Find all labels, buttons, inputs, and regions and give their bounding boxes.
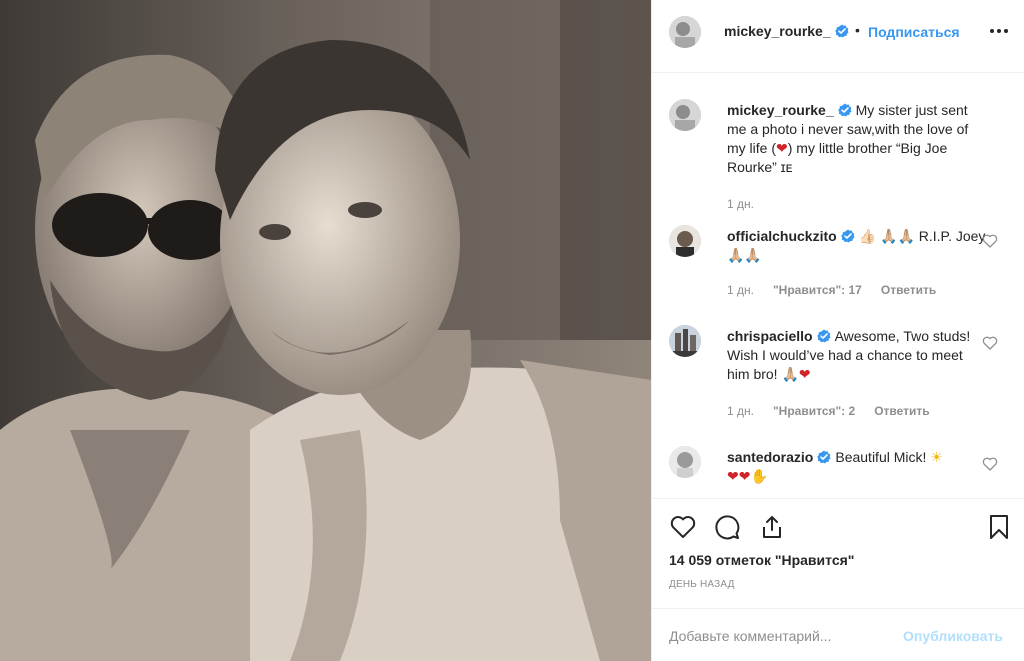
publish-button[interactable]: Опубликовать <box>903 628 1003 644</box>
commenter-avatar[interactable] <box>669 225 701 257</box>
caption-time[interactable]: 1 дн. <box>727 197 754 211</box>
heart-outline-icon[interactable] <box>982 456 998 472</box>
author-username-text[interactable]: mickey_rourke_ <box>724 23 831 39</box>
reply-button[interactable]: Ответить <box>881 283 936 297</box>
heart-emoji: ❤ <box>776 140 788 156</box>
comment-username-text[interactable]: santedorazio <box>727 449 813 465</box>
caption-avatar[interactable] <box>669 99 701 131</box>
add-comment-bar: Опубликовать <box>652 608 1024 661</box>
verified-badge-icon <box>840 229 855 243</box>
comment-text: chrispaciello Awesome, Two studs! Wish I … <box>727 327 987 384</box>
hearts-emoji: ❤❤ <box>727 468 751 484</box>
post-side-panel: mickey_rourke_ • Подписаться mickey_rour… <box>651 0 1024 661</box>
caption-username[interactable]: mickey_rourke_ <box>727 102 852 118</box>
comment-likes[interactable]: "Нравится": 2 <box>773 404 855 418</box>
comment-likes[interactable]: "Нравится": 17 <box>773 283 862 297</box>
share-icon[interactable] <box>758 513 786 541</box>
author-username[interactable]: mickey_rourke_ <box>724 23 849 39</box>
post-photo[interactable] <box>0 0 651 661</box>
heart-outline-icon[interactable] <box>982 335 998 351</box>
sun-emoji: ☀ <box>930 449 943 465</box>
comment-body: Beautiful Mick! <box>835 449 931 465</box>
post-time[interactable]: ДЕНЬ НАЗАД <box>669 579 735 590</box>
comments-list[interactable]: mickey_rourke_ My sister just sent me a p… <box>652 73 1024 498</box>
heart-outline-icon[interactable] <box>982 233 998 249</box>
caption-meta: 1 дн. <box>727 197 773 211</box>
verified-badge-icon <box>816 329 831 343</box>
comment-text: santedorazio Beautiful Mick! ☀ ❤❤✋ <box>727 448 987 486</box>
reply-button[interactable]: Ответить <box>874 404 929 418</box>
caption-username-text[interactable]: mickey_rourke_ <box>727 102 834 118</box>
comment-bubble-icon[interactable] <box>714 513 742 541</box>
verified-badge-icon <box>817 450 831 464</box>
comment-input[interactable] <box>669 624 879 648</box>
follow-button[interactable]: Подписаться <box>868 24 960 40</box>
bookmark-icon[interactable] <box>985 513 1013 541</box>
action-bar: 14 059 отметок "Нравится" ДЕНЬ НАЗАД <box>652 498 1024 608</box>
comment-username[interactable]: santedorazio <box>727 449 831 465</box>
post-header: mickey_rourke_ • Подписаться <box>652 0 1024 73</box>
heart-emoji: ❤ <box>798 366 811 382</box>
sepia-photo-two-men <box>0 0 651 661</box>
comment-username-text[interactable]: officialchuckzito <box>727 228 837 244</box>
more-options-icon[interactable] <box>988 21 1010 41</box>
comment-username[interactable]: officialchuckzito <box>727 228 855 244</box>
comment-text: officialchuckzito 👍🏻 🙏🏼🙏🏼 R.I.P. Joey🙏🏼🙏🏼 <box>727 227 987 265</box>
hand-emoji: ✋ <box>750 468 768 484</box>
comment-meta: 1 дн. "Нравится": 2 Ответить <box>727 404 949 418</box>
comment-time[interactable]: 1 дн. <box>727 283 754 297</box>
likes-count[interactable]: 14 059 отметок "Нравится" <box>669 552 854 568</box>
caption-text: mickey_rourke_ My sister just sent me a p… <box>727 101 987 177</box>
comment-username[interactable]: chrispaciello <box>727 328 831 344</box>
commenter-avatar[interactable] <box>669 325 701 357</box>
comment-time[interactable]: 1 дн. <box>727 404 754 418</box>
verified-badge-icon <box>837 103 852 117</box>
commenter-avatar[interactable] <box>669 446 701 478</box>
comment-username-text[interactable]: chrispaciello <box>727 328 813 344</box>
header-separator: • <box>855 22 860 38</box>
pray-emoji: 🙏🏼 <box>781 366 799 382</box>
author-avatar[interactable] <box>669 16 701 48</box>
verified-badge-icon <box>834 24 849 38</box>
comment-meta: 1 дн. "Нравится": 17 Ответить <box>727 283 955 297</box>
heart-icon[interactable] <box>669 513 697 541</box>
